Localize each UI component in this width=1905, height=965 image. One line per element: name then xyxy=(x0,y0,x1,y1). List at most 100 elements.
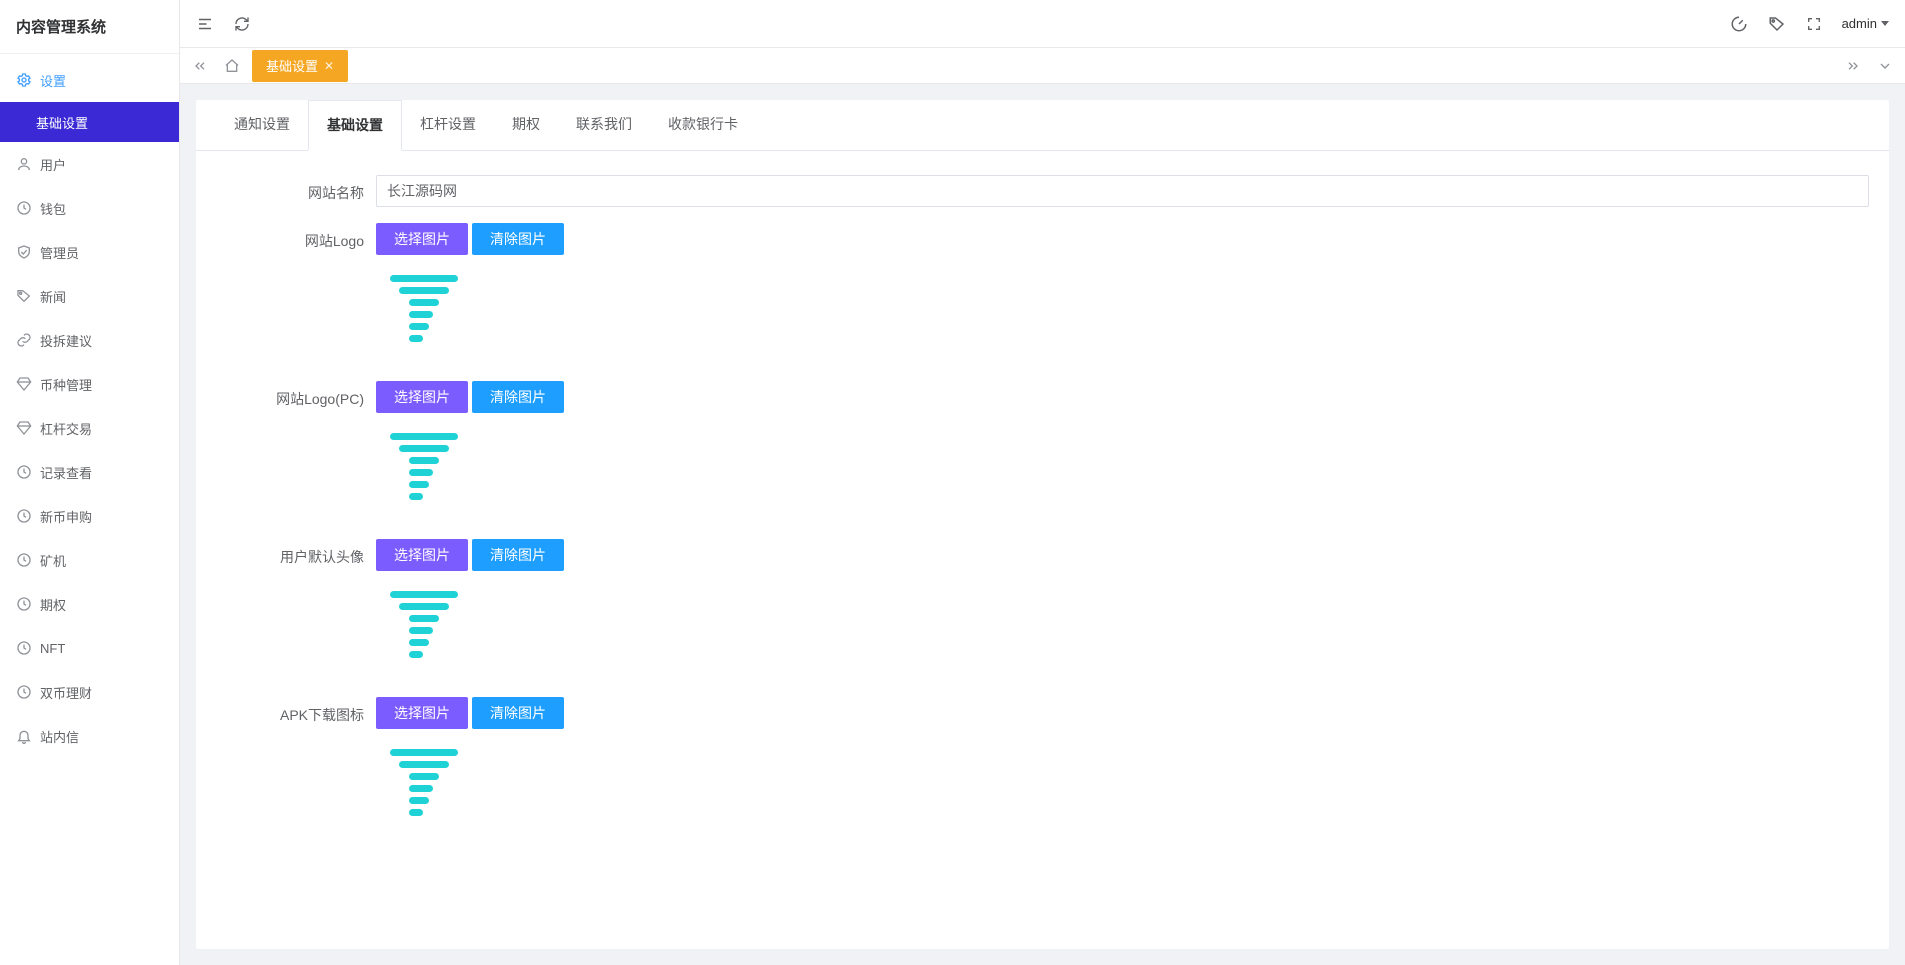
sidebar-item-label: NFT xyxy=(40,641,65,656)
header-right: admin xyxy=(1730,15,1889,33)
select-image-button[interactable]: 选择图片 xyxy=(376,381,468,413)
sidebar-subitem[interactable]: 基础设置 xyxy=(0,102,179,142)
sidebar: 内容管理系统 设置基础设置用户钱包管理员新闻投拆建议币种管理杠杆交易记录查看新币… xyxy=(0,0,180,965)
sidebar-item-label: 记录查看 xyxy=(40,463,92,482)
wallet-icon xyxy=(16,200,32,216)
logo-icon xyxy=(390,269,458,342)
dashboard-icon[interactable] xyxy=(1730,15,1748,33)
sidebar-item[interactable]: 币种管理 xyxy=(0,362,179,406)
sidebar-item[interactable]: 双币理财 xyxy=(0,670,179,714)
bell-icon xyxy=(16,728,32,744)
sidebar-item-label: 基础设置 xyxy=(36,113,88,132)
sidebar-item[interactable]: 记录查看 xyxy=(0,450,179,494)
form-label: 网站Logo(PC) xyxy=(216,381,376,409)
image-preview xyxy=(376,269,472,365)
tabs-prev-icon[interactable] xyxy=(188,54,212,78)
image-preview xyxy=(376,743,472,839)
row-image-field: APK下载图标选择图片清除图片 xyxy=(216,689,1869,847)
sidebar-item[interactable]: 设置 xyxy=(0,58,179,102)
row-image-field: 用户默认头像选择图片清除图片 xyxy=(216,531,1869,689)
image-preview xyxy=(376,427,472,523)
input-site-name[interactable] xyxy=(376,175,1869,207)
page-tab-active[interactable]: 基础设置 ✕ xyxy=(252,50,348,82)
brand-title: 内容管理系统 xyxy=(0,0,179,54)
logo-icon xyxy=(390,427,458,500)
sidebar-item[interactable]: 新币申购 xyxy=(0,494,179,538)
form-tab[interactable]: 杠杆设置 xyxy=(402,100,494,150)
app-root: 内容管理系统 设置基础设置用户钱包管理员新闻投拆建议币种管理杠杆交易记录查看新币… xyxy=(0,0,1905,965)
sidebar-item[interactable]: 用户 xyxy=(0,142,179,186)
form-tab[interactable]: 收款银行卡 xyxy=(650,100,756,150)
clear-image-button[interactable]: 清除图片 xyxy=(472,697,564,729)
select-image-button[interactable]: 选择图片 xyxy=(376,223,468,255)
link-icon xyxy=(16,332,32,348)
form-label: APK下载图标 xyxy=(216,697,376,725)
sidebar-item-label: 站内信 xyxy=(40,727,79,746)
clock-icon xyxy=(16,464,32,480)
sidebar-item[interactable]: 杠杆交易 xyxy=(0,406,179,450)
form-panel: 通知设置基础设置杠杆设置期权联系我们收款银行卡 网站名称 网站Logo选择图片清… xyxy=(196,100,1889,949)
clock-icon xyxy=(16,552,32,568)
form-tab[interactable]: 联系我们 xyxy=(558,100,650,150)
user-icon xyxy=(16,156,32,172)
refresh-icon[interactable] xyxy=(234,16,250,32)
page-tabs-bar: 基础设置 ✕ xyxy=(180,48,1905,84)
tabs-next-icon[interactable] xyxy=(1841,54,1865,78)
clear-image-button[interactable]: 清除图片 xyxy=(472,223,564,255)
sidebar-item[interactable]: 投拆建议 xyxy=(0,318,179,362)
row-image-field: 网站Logo选择图片清除图片 xyxy=(216,215,1869,373)
sidebar-item[interactable]: 管理员 xyxy=(0,230,179,274)
logo-icon xyxy=(390,743,458,816)
sidebar-item-label: 用户 xyxy=(40,155,66,174)
sidebar-item-label: 杠杆交易 xyxy=(40,419,92,438)
sidebar-item-label: 币种管理 xyxy=(40,375,92,394)
user-menu[interactable]: admin xyxy=(1842,16,1889,31)
content-scroll: 通知设置基础设置杠杆设置期权联系我们收款银行卡 网站名称 网站Logo选择图片清… xyxy=(180,84,1905,965)
fullscreen-icon[interactable] xyxy=(1806,16,1822,32)
page-tab-label: 基础设置 xyxy=(266,56,318,75)
sidebar-item[interactable]: 期权 xyxy=(0,582,179,626)
form-tab[interactable]: 期权 xyxy=(494,100,558,150)
image-preview xyxy=(376,585,472,681)
gear-icon xyxy=(16,72,32,88)
shield-icon xyxy=(16,244,32,260)
clear-image-button[interactable]: 清除图片 xyxy=(472,381,564,413)
sidebar-menu: 设置基础设置用户钱包管理员新闻投拆建议币种管理杠杆交易记录查看新币申购矿机期权 N… xyxy=(0,54,179,965)
collapse-menu-icon[interactable] xyxy=(196,15,214,33)
clear-image-button[interactable]: 清除图片 xyxy=(472,539,564,571)
chevron-down-icon xyxy=(1881,21,1889,26)
tag-icon[interactable] xyxy=(1768,15,1786,33)
settings-form: 网站名称 网站Logo选择图片清除图片网站Logo(PC)选择图片清除图片用户默… xyxy=(196,151,1889,887)
diamond-icon xyxy=(16,376,32,392)
form-tab[interactable]: 通知设置 xyxy=(216,100,308,150)
sidebar-item[interactable]: 新闻 xyxy=(0,274,179,318)
form-tab[interactable]: 基础设置 xyxy=(308,100,402,151)
home-icon[interactable] xyxy=(220,54,244,78)
clock-icon xyxy=(16,684,32,700)
top-header: admin xyxy=(180,0,1905,48)
tag-icon xyxy=(16,288,32,304)
sidebar-item[interactable]: 站内信 xyxy=(0,714,179,758)
sidebar-item-label: 新闻 xyxy=(40,287,66,306)
wallet-icon xyxy=(16,508,32,524)
sidebar-item-label: 投拆建议 xyxy=(40,331,92,350)
clock-icon xyxy=(16,640,32,656)
sidebar-item-label: 钱包 xyxy=(40,199,66,218)
label-site-name: 网站名称 xyxy=(216,175,376,203)
select-image-button[interactable]: 选择图片 xyxy=(376,697,468,729)
close-icon[interactable]: ✕ xyxy=(324,59,334,73)
sidebar-item-label: 新币申购 xyxy=(40,507,92,526)
sidebar-item-label: 双币理财 xyxy=(40,683,92,702)
sidebar-item-label: 管理员 xyxy=(40,243,79,262)
sidebar-item[interactable]: 矿机 xyxy=(0,538,179,582)
logo-icon xyxy=(390,585,458,658)
row-site-name: 网站名称 xyxy=(216,167,1869,215)
sidebar-item-label: 设置 xyxy=(40,71,66,90)
sidebar-item[interactable]: 钱包 xyxy=(0,186,179,230)
select-image-button[interactable]: 选择图片 xyxy=(376,539,468,571)
sidebar-item-label: 期权 xyxy=(40,595,66,614)
sidebar-item[interactable]: NFT xyxy=(0,626,179,670)
tabs-dropdown-icon[interactable] xyxy=(1873,54,1897,78)
form-label: 用户默认头像 xyxy=(216,539,376,567)
diamond-icon xyxy=(16,420,32,436)
